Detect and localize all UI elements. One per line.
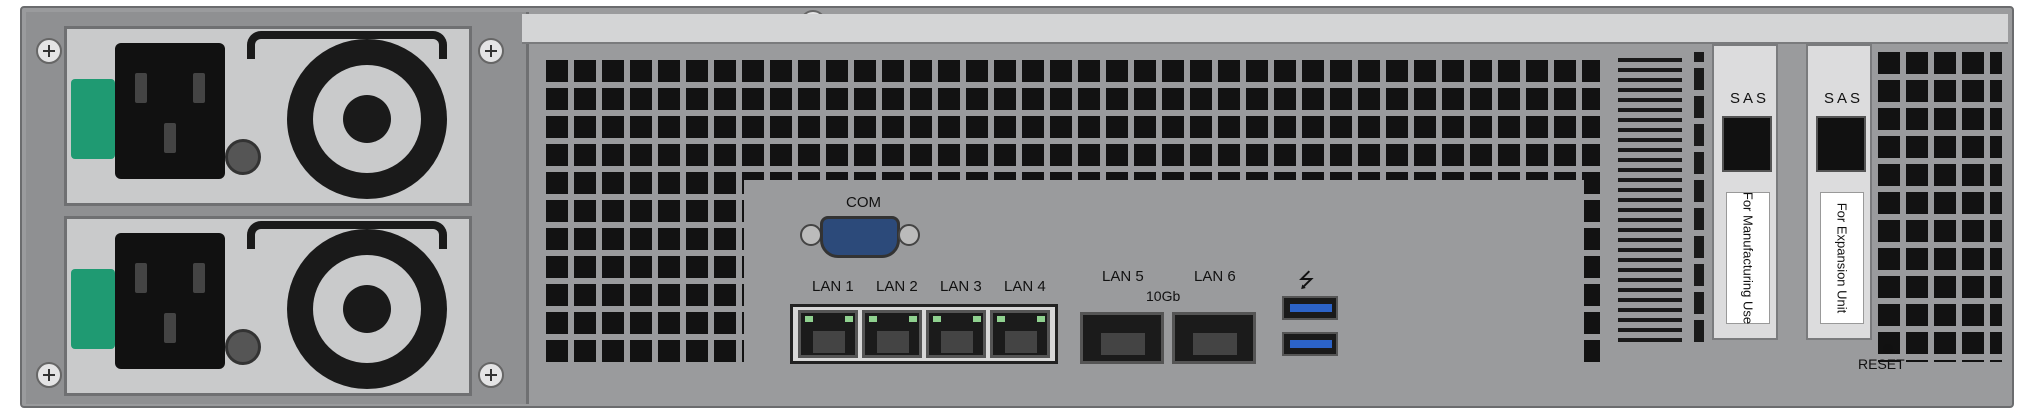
sticker-expansion: For Expansion Unit — [1820, 192, 1864, 324]
sas-2-label: SAS — [1824, 90, 1864, 107]
lan-5-label: LAN 5 — [1102, 268, 1144, 285]
sas-port-2[interactable] — [1816, 116, 1866, 172]
sticker-manufacturing-text: For Manufacturing Use — [1740, 191, 1756, 325]
psu-1-power-inlet[interactable] — [115, 43, 225, 179]
lan-3-label: LAN 3 — [940, 278, 982, 295]
lan-4-label: LAN 4 — [1004, 278, 1046, 295]
lan-6-port[interactable] — [1172, 312, 1256, 364]
expansion-vent — [1618, 52, 1682, 342]
psu-1-release-latch[interactable] — [71, 79, 115, 159]
com-label: COM — [846, 194, 881, 211]
sticker-manufacturing: For Manufacturing Use — [1726, 192, 1770, 324]
lan-3-port[interactable] — [926, 310, 986, 358]
psu-2-release-latch[interactable] — [71, 269, 115, 349]
sas-module-2: SAS For Expansion Unit — [1806, 44, 1872, 340]
lan-1-port[interactable] — [798, 310, 858, 358]
lan-6-label: LAN 6 — [1194, 268, 1236, 285]
lan-2-port[interactable] — [862, 310, 922, 358]
sas-1-label: SAS — [1730, 90, 1770, 107]
right-vent-grille — [1872, 52, 2002, 362]
screw-icon — [36, 362, 62, 388]
reset-label: RESET — [1858, 356, 1905, 372]
usb-port-1[interactable] — [1282, 296, 1338, 320]
psu-2-power-inlet[interactable] — [115, 233, 225, 369]
power-supply-1 — [64, 26, 472, 206]
lan-4-port[interactable] — [990, 310, 1050, 358]
lan-2-label: LAN 2 — [876, 278, 918, 295]
sas-module-1: SAS For Manufacturing Use — [1712, 44, 1778, 340]
screw-icon — [478, 362, 504, 388]
sticker-expansion-text: For Expansion Unit — [1834, 202, 1850, 314]
psu-2-fan — [287, 229, 447, 389]
usb-port-2[interactable] — [1282, 332, 1338, 356]
usb-icon: ⭍ — [1298, 270, 1315, 292]
top-cover-edge — [522, 14, 2008, 44]
side-vent — [1694, 52, 1704, 342]
screw-icon — [36, 38, 62, 64]
sas-port-1[interactable] — [1722, 116, 1772, 172]
ten-gb-label: 10Gb — [1146, 288, 1181, 304]
reset-button[interactable] — [1883, 344, 1893, 354]
power-supply-2 — [64, 216, 472, 396]
psu-1-thumbscrew[interactable] — [225, 139, 261, 175]
com-port[interactable] — [800, 212, 920, 262]
psu-2-thumbscrew[interactable] — [225, 329, 261, 365]
psu-1-fan — [287, 39, 447, 199]
lan-5-port[interactable] — [1080, 312, 1164, 364]
screw-icon — [478, 38, 504, 64]
lan-1-label: LAN 1 — [812, 278, 854, 295]
